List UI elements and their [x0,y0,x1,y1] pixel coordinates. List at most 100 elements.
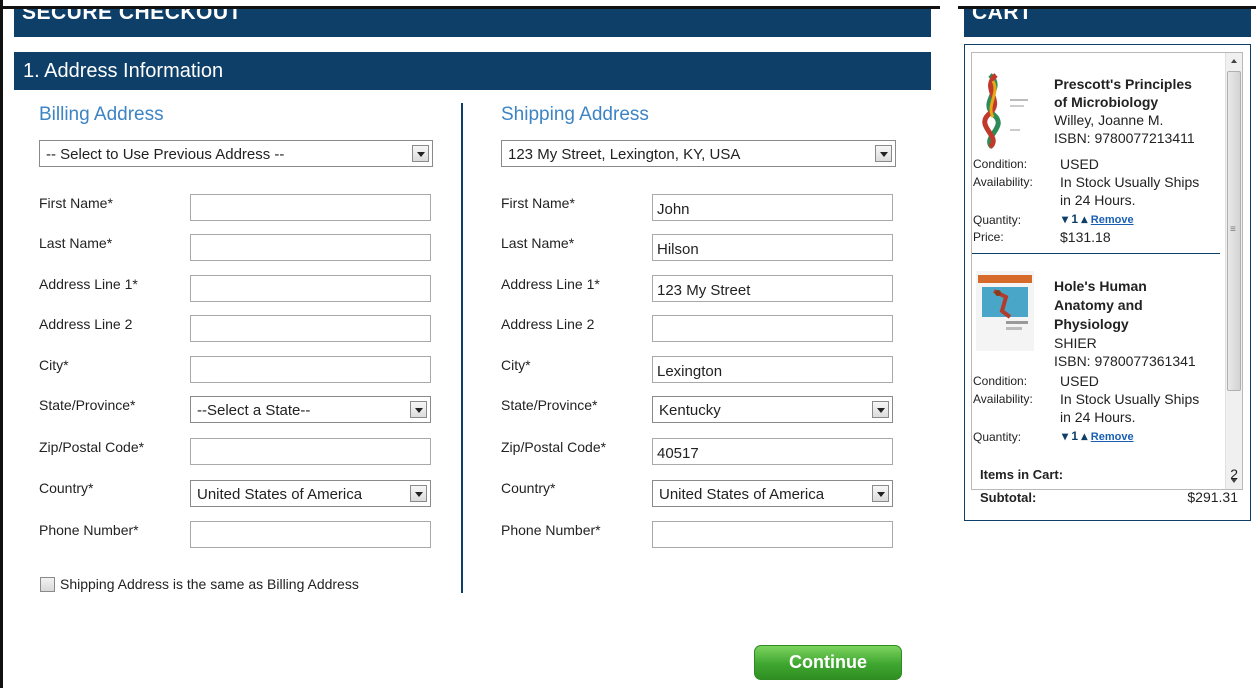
chevron-down-icon[interactable] [872,401,889,418]
increase-quantity-icon[interactable]: ▴ [1081,429,1087,443]
subtotal-value: $291.31 [1187,489,1238,505]
scrollbar-thumb[interactable] [1227,71,1241,391]
scroll-up-arrow-icon[interactable] [1226,53,1242,70]
shipping-address2-input[interactable] [652,315,893,342]
billing-last-name-input[interactable] [190,234,431,261]
shipping-last-name-label: Last Name* [501,235,575,251]
billing-first-name-label: First Name* [39,195,113,211]
shipping-phone-input[interactable] [652,521,893,548]
chevron-down-icon[interactable] [412,145,429,162]
billing-first-name-input[interactable] [190,194,431,221]
shipping-country-value: United States of America [659,486,825,503]
book-cover-image [976,71,1034,151]
shipping-city-input[interactable]: Lexington [652,356,893,383]
shipping-previous-address-value: 123 My Street, Lexington, KY, USA [508,146,741,163]
continue-button[interactable]: Continue [754,645,902,680]
billing-address1-label: Address Line 1* [39,276,138,292]
billing-state-value: --Select a State-- [197,402,311,419]
secure-checkout-title: SECURE CHECKOUT [22,9,242,24]
same-as-billing-label[interactable]: Shipping Address is the same as Billing … [60,576,359,592]
cart-item-quantity-control: ▾ 1 ▴ Remove [1062,212,1134,226]
cart-item-isbn: ISBN: 9780077361341 [1054,353,1196,369]
shipping-address-title: Shipping Address [501,104,649,125]
increase-quantity-icon[interactable]: ▴ [1081,212,1087,226]
billing-zip-input[interactable] [190,438,431,465]
cart-item-quantity-control: ▾ 1 ▴ Remove [1062,429,1134,443]
shipping-zip-input[interactable]: 40517 [652,438,893,465]
shipping-phone-label: Phone Number* [501,522,601,538]
billing-previous-address-select[interactable]: -- Select to Use Previous Address -- [39,140,433,167]
shipping-city-label: City* [501,357,531,373]
cart-item-condition: USED [1060,373,1099,389]
shipping-state-select[interactable]: Kentucky [652,396,893,423]
shipping-address2-label: Address Line 2 [501,316,595,332]
shipping-first-name-input[interactable]: John [652,194,893,221]
cart-item-title-line: Anatomy and [1054,297,1143,313]
address-section-title: 1. Address Information [23,60,224,82]
cart-item-price: $131.18 [1060,229,1111,245]
cart-item-price-label: Price: [973,230,1004,244]
remove-item-link[interactable]: Remove [1091,431,1134,443]
billing-city-input[interactable] [190,356,431,383]
shipping-address1-input[interactable]: 123 My Street [652,275,893,302]
billing-address2-input[interactable] [190,315,431,342]
billing-last-name-label: Last Name* [39,235,113,251]
cart-item-condition: USED [1060,156,1099,172]
cart-item-quantity-label: Quantity: [973,430,1022,444]
shipping-zip-value: 40517 [657,445,699,462]
billing-country-select[interactable]: United States of America [190,480,431,507]
decrease-quantity-icon[interactable]: ▾ [1062,429,1068,443]
cart-item-quantity-label: Quantity: [973,213,1022,227]
shipping-country-label: Country* [501,480,556,496]
address-section-header: 1. Address Information [14,52,931,90]
billing-country-value: United States of America [197,486,363,503]
items-in-cart-count: 2 [1230,466,1238,482]
cart-item-availability-label: Availability: [973,392,1033,406]
chevron-down-icon[interactable] [410,401,427,418]
cart-item-availability: in 24 Hours. [1060,409,1136,425]
shipping-country-select[interactable]: United States of America [652,480,893,507]
billing-address-title: Billing Address [39,104,164,125]
shipping-first-name-value: John [657,201,690,218]
billing-phone-label: Phone Number* [39,522,139,538]
shipping-zip-label: Zip/Postal Code* [501,439,607,455]
cart-panel: Prescott's Principles of Microbiology Wi… [964,44,1251,521]
cart-item-isbn: ISBN: 9780077213411 [1054,130,1195,146]
cart-item-availability: in 24 Hours. [1060,192,1136,208]
shipping-previous-address-select[interactable]: 123 My Street, Lexington, KY, USA [501,140,896,167]
cart-item-quantity: 1 [1071,429,1079,443]
chevron-down-icon[interactable] [410,485,427,502]
billing-phone-input[interactable] [190,521,431,548]
chevron-down-icon[interactable] [875,145,892,162]
shipping-state-value: Kentucky [659,402,721,419]
billing-state-select[interactable]: --Select a State-- [190,396,431,423]
cart-title: CART [972,9,1033,24]
cart-banner: CART [964,9,1251,37]
cart-item-title-line: of Microbiology [1054,94,1159,110]
cart-item-title-line: Physiology [1054,316,1129,332]
cart-item-author: SHIER [1054,335,1097,351]
items-in-cart-label: Items in Cart: [980,467,1064,482]
cart-item-author: Willey, Joanne M. [1054,112,1164,128]
cart-item-title-line: Prescott's Principles [1054,76,1192,92]
same-as-billing-checkbox[interactable] [40,577,55,592]
decrease-quantity-icon[interactable]: ▾ [1062,212,1068,226]
cart-scrollbar[interactable] [1225,53,1242,489]
chevron-down-icon[interactable] [872,485,889,502]
shipping-last-name-value: Hilson [657,241,699,258]
billing-address1-input[interactable] [190,275,431,302]
shipping-state-label: State/Province* [501,397,598,413]
billing-state-label: State/Province* [39,397,136,413]
remove-item-link[interactable]: Remove [1091,214,1134,226]
shipping-address1-label: Address Line 1* [501,276,600,292]
cart-item-availability-label: Availability: [973,175,1033,189]
cart-item-title-line: Hole's Human [1054,278,1147,294]
cart-items-list: Prescott's Principles of Microbiology Wi… [972,53,1226,489]
cart-items-scroll-area[interactable]: Prescott's Principles of Microbiology Wi… [971,52,1243,490]
cart-item-condition-label: Condition: [973,374,1028,388]
shipping-last-name-input[interactable]: Hilson [652,234,893,261]
shipping-address1-value: 123 My Street [657,282,751,299]
subtotal-label: Subtotal: [980,490,1037,505]
window-frame-left [0,0,3,688]
billing-previous-address-value: -- Select to Use Previous Address -- [46,146,285,163]
